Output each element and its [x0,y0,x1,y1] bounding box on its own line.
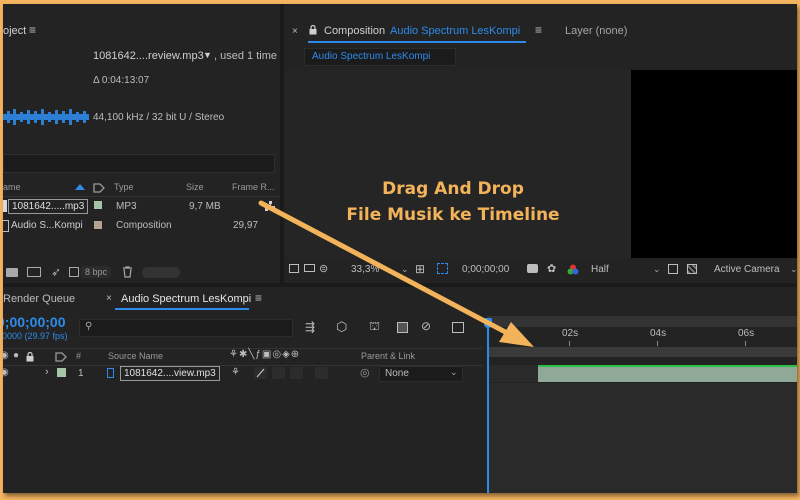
drag-arrow [258,200,534,347]
after-effects-window: oject ≡ 1081642....review.mp3 ▼ , used 1… [3,4,797,493]
